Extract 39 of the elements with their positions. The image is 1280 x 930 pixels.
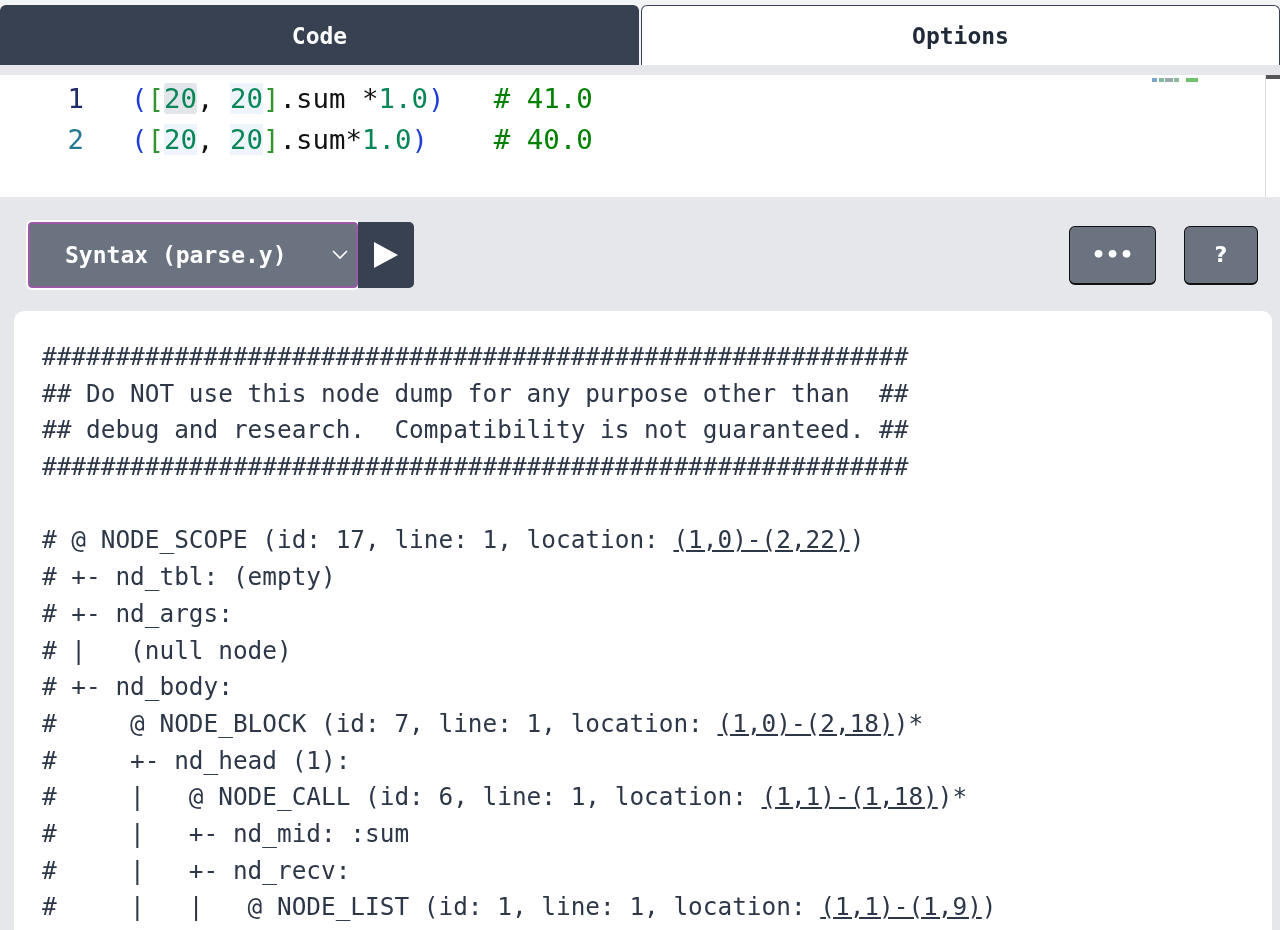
line-number: 1 xyxy=(66,83,84,114)
location-link[interactable]: (1,1)-(1,9) xyxy=(820,892,982,922)
play-icon xyxy=(374,242,398,268)
code-line: ([20, 20].sum *1.0) xyxy=(131,83,446,114)
scrollbar[interactable] xyxy=(1265,75,1280,197)
code-line: ([20, 20].sum*1.0) xyxy=(131,124,429,155)
location-link[interactable]: (1,1)-(1,18) xyxy=(761,782,938,812)
output-line: # @ NODE_BLOCK (id: 7, line: 1, location: (1,0)-(2,18))* xyxy=(42,708,924,738)
tab[interactable]: Code xyxy=(0,5,639,65)
location-link[interactable]: (1,0)-(2,18) xyxy=(717,708,894,738)
line-number: 2 xyxy=(66,124,84,155)
output-line: # | | @ NODE_LIST (id: 1, line: 1, location: (1,1)-(1,9)) xyxy=(42,892,997,922)
location-link[interactable]: (1,0)-(2,22) xyxy=(673,525,850,555)
output-line: # +- nd_args: xyxy=(42,598,233,628)
output-line: # | +- nd_mid: :sum xyxy=(42,818,410,848)
output-line: ## debug and research. Compatibility is not guaranteed. ## xyxy=(42,415,909,445)
match-highlight: 20 xyxy=(229,83,263,114)
match-highlight: 20 xyxy=(164,124,197,155)
help-button[interactable]: ? xyxy=(1184,225,1258,285)
output-line: ########################################################### xyxy=(42,452,909,482)
code-comment: # 41.0 xyxy=(493,83,593,114)
chevron-down-icon xyxy=(332,250,348,260)
syntax-dropdown[interactable]: Syntax (parse.y) xyxy=(28,222,358,288)
more-button[interactable]: ••• xyxy=(1069,225,1156,285)
minimap-drawing xyxy=(1152,77,1200,84)
output-line: # +- nd_tbl: (empty) xyxy=(42,562,336,592)
output-line: ## Do NOT use this node dump for any purpose other than ## xyxy=(42,378,909,408)
code-comment: # 40.0 xyxy=(493,124,593,155)
output-line: # | (null node) xyxy=(42,635,292,665)
tab[interactable]: Options xyxy=(641,5,1280,65)
output-line: # +- nd_body: xyxy=(42,672,233,702)
output-line: # @ NODE_SCOPE (id: 17, line: 1, location: (1,0)-(2,22)) xyxy=(42,525,865,555)
run-button[interactable] xyxy=(358,222,414,288)
match-highlight: 20 xyxy=(164,83,197,114)
output-line: ########################################################### xyxy=(42,342,909,371)
match-highlight: 20 xyxy=(229,124,263,155)
output-line: # | +- nd_recv: xyxy=(42,855,351,885)
output-line: # | @ NODE_CALL (id: 6, line: 1, location: (1,1)-(1,18))* xyxy=(42,782,968,812)
output-line: # +- nd_head (1): xyxy=(42,745,351,775)
